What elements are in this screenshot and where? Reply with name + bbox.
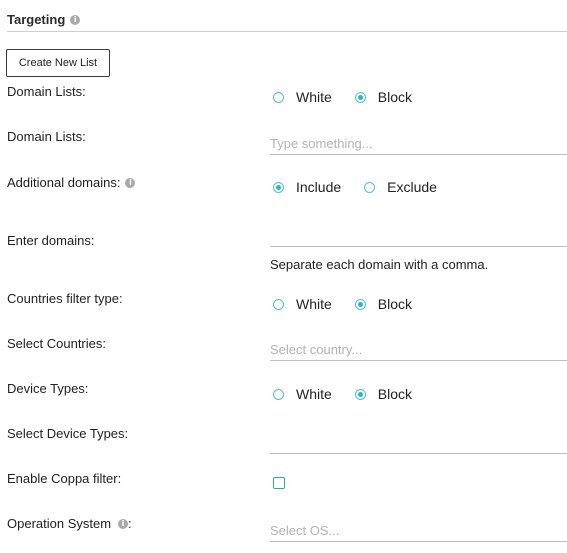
radio-label-block: Block — [377, 89, 413, 105]
radio-option-block[interactable]: Block — [354, 386, 413, 402]
operation-system-label: Operation System i : — [7, 516, 132, 531]
domain-lists-type-radio-group: White Block — [273, 89, 435, 105]
domain-lists-type-label: Domain Lists: — [7, 84, 86, 99]
operation-system-label-text: Operation System — [7, 516, 112, 531]
radio-label-block: Block — [377, 386, 413, 402]
radio-label-exclude: Exclude — [387, 179, 437, 195]
radio-label-white: White — [296, 296, 332, 312]
radio-option-include[interactable]: Include — [273, 179, 341, 195]
countries-filter-radio-group: White Block — [273, 296, 435, 312]
radio-icon-selected[interactable] — [354, 91, 366, 103]
radio-label-include: Include — [296, 179, 342, 195]
enter-domains-label: Enter domains: — [7, 233, 95, 248]
coppa-filter-checkbox[interactable] — [273, 477, 285, 489]
radio-icon-selected[interactable] — [273, 181, 284, 193]
info-icon[interactable]: i — [70, 14, 81, 25]
radio-icon[interactable] — [273, 388, 284, 400]
additional-domains-label-text: Additional domains: — [7, 175, 121, 190]
device-types-label: Device Types: — [7, 381, 89, 396]
radio-icon[interactable] — [364, 181, 376, 193]
section-title-text: Targeting — [7, 12, 66, 27]
domain-lists-input[interactable]: Type something... — [270, 132, 567, 155]
radio-option-block[interactable]: Block — [354, 296, 413, 312]
enter-domains-input[interactable] — [270, 224, 567, 247]
radio-label-white: White — [296, 386, 332, 402]
radio-option-exclude[interactable]: Exclude — [364, 179, 437, 195]
domain-lists-label: Domain Lists: — [7, 129, 86, 144]
radio-icon[interactable] — [273, 91, 284, 103]
coppa-filter-label: Enable Coppa filter: — [7, 471, 122, 486]
info-icon[interactable]: i — [118, 518, 129, 529]
select-countries-input[interactable]: Select country... — [270, 338, 567, 361]
additional-domains-radio-group: Include Exclude — [273, 179, 460, 195]
radio-icon-selected[interactable] — [354, 298, 366, 310]
radio-option-block[interactable]: Block — [354, 89, 413, 105]
radio-option-white[interactable]: White — [273, 386, 332, 402]
radio-label-white: White — [296, 89, 332, 105]
device-types-radio-group: White Block — [273, 386, 435, 402]
section-divider — [7, 31, 567, 32]
radio-label-block: Block — [377, 296, 413, 312]
operation-system-label-suffix: : — [128, 516, 132, 531]
radio-icon-selected[interactable] — [354, 388, 366, 400]
section-title: Targeting i — [7, 12, 81, 27]
enter-domains-hint: Separate each domain with a comma. — [270, 257, 489, 272]
additional-domains-label: Additional domains: i — [7, 175, 136, 190]
radio-icon[interactable] — [273, 298, 284, 310]
radio-option-white[interactable]: White — [273, 296, 332, 312]
select-device-types-input[interactable] — [270, 431, 567, 454]
info-icon[interactable]: i — [125, 177, 136, 188]
operation-system-input[interactable]: Select OS... — [270, 519, 567, 542]
select-device-types-label: Select Device Types: — [7, 426, 129, 441]
radio-option-white[interactable]: White — [273, 89, 332, 105]
countries-filter-label: Countries filter type: — [7, 291, 123, 306]
create-new-list-button[interactable]: Create New List — [6, 49, 110, 77]
select-countries-label: Select Countries: — [7, 336, 106, 351]
